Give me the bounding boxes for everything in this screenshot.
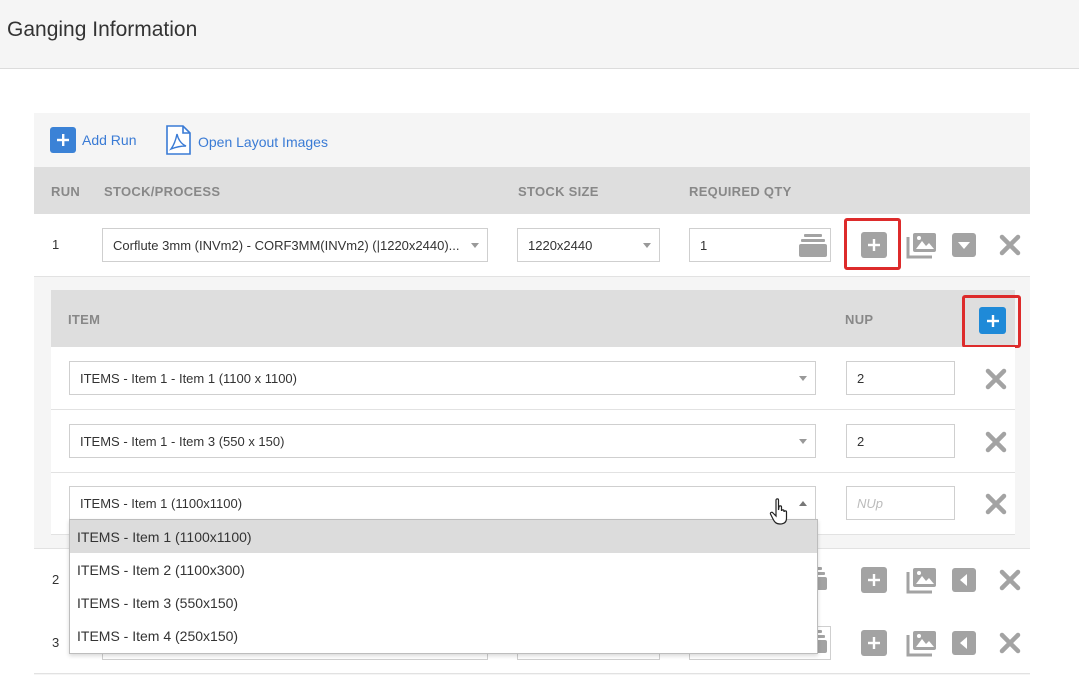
stock-select[interactable]: Corflute 3mm (INVm2) - CORF3MM(INVm2) (|…: [102, 228, 488, 262]
images-icon: [906, 631, 936, 657]
col-stock-size: STOCK SIZE: [518, 184, 599, 199]
add-item-button[interactable]: [861, 630, 887, 656]
plus-icon: [50, 127, 76, 153]
chevron-down-icon: [799, 376, 807, 381]
collapse-button[interactable]: [952, 233, 976, 257]
chevron-down-icon: [799, 439, 807, 444]
page-title: Ganging Information: [7, 18, 198, 41]
item-select-value: ITEMS - Item 1 - Item 1 (1100 x 1100): [80, 370, 297, 386]
images-button[interactable]: [905, 230, 939, 260]
close-icon: [985, 431, 1007, 453]
runs-table-header: RUN STOCK/PROCESS STOCK SIZE REQUIRED QT…: [34, 167, 1030, 214]
col-item: ITEM: [68, 312, 101, 327]
col-required-qty: REQUIRED QTY: [689, 184, 792, 199]
close-icon: [999, 234, 1021, 256]
close-icon: [985, 368, 1007, 390]
delete-run-button[interactable]: [998, 233, 1022, 257]
col-stock: STOCK/PROCESS: [104, 184, 221, 199]
item-select-value: ITEMS - Item 1 - Item 3 (550 x 150): [80, 433, 285, 449]
open-layout-label: Open Layout Images: [198, 133, 328, 150]
caret-left-icon: [960, 574, 967, 586]
delete-item-button[interactable]: [985, 368, 1007, 390]
chevron-down-icon: [471, 243, 479, 248]
expand-button[interactable]: [952, 631, 976, 655]
chevron-up-icon: [799, 501, 807, 506]
caret-left-icon: [960, 637, 967, 649]
item-dropdown-list: ITEMS - Item 1 (1100x1100) ITEMS - Item …: [69, 519, 818, 654]
stock-select-value: Corflute 3mm (INVm2) - CORF3MM(INVm2) (|…: [113, 237, 460, 253]
plus-icon: [868, 574, 880, 586]
chevron-down-icon: [643, 243, 651, 248]
close-icon: [999, 632, 1021, 654]
caret-down-icon: [958, 242, 970, 249]
add-run-label: Add Run: [82, 132, 137, 148]
stock-size-select[interactable]: 1220x2440: [517, 228, 660, 262]
close-icon: [985, 493, 1007, 515]
nup-input[interactable]: 2: [846, 424, 955, 458]
run-number: 2: [52, 572, 60, 587]
open-layout-images-button[interactable]: Open Layout Images: [164, 125, 328, 158]
col-nup: NUP: [845, 312, 874, 327]
close-icon: [999, 569, 1021, 591]
dropdown-option[interactable]: ITEMS - Item 2 (1100x300): [70, 553, 817, 586]
delete-run-button[interactable]: [998, 631, 1022, 655]
highlight-box: [962, 295, 1021, 348]
add-run-button[interactable]: Add Run: [50, 127, 136, 153]
hand-cursor-icon: [769, 498, 791, 526]
delete-run-button[interactable]: [998, 568, 1022, 592]
dropdown-option[interactable]: ITEMS - Item 3 (550x150): [70, 586, 817, 619]
page-header: Ganging Information: [0, 0, 1079, 69]
item-select[interactable]: ITEMS - Item 1 - Item 1 (1100 x 1100): [69, 361, 816, 395]
stock-size-value: 1220x2440: [528, 237, 593, 253]
required-qty-value: 1: [700, 237, 708, 253]
item-select-value: ITEMS - Item 1 (1100x1100): [80, 495, 243, 511]
item-select[interactable]: ITEMS - Item 1 - Item 3 (550 x 150): [69, 424, 816, 458]
highlight-box: [844, 218, 901, 270]
required-qty-input[interactable]: 1: [689, 228, 831, 262]
pdf-icon: [164, 125, 192, 158]
expand-button[interactable]: [952, 568, 976, 592]
stack-icon: [798, 231, 828, 259]
delete-item-button[interactable]: [985, 431, 1007, 453]
item-select-open[interactable]: ITEMS - Item 1 (1100x1100): [69, 486, 816, 520]
add-item-button[interactable]: [861, 567, 887, 593]
delete-item-button[interactable]: [985, 493, 1007, 515]
images-button[interactable]: [905, 565, 939, 595]
images-icon: [906, 233, 936, 259]
nup-input[interactable]: 2: [846, 361, 955, 395]
plus-icon: [868, 637, 880, 649]
nup-placeholder: NUp: [857, 495, 884, 511]
dropdown-option[interactable]: ITEMS - Item 1 (1100x1100): [70, 520, 817, 553]
run-number: 3: [52, 635, 60, 650]
run-number: 1: [52, 237, 60, 252]
col-run: RUN: [51, 184, 81, 199]
items-table-header: ITEM NUP: [51, 290, 1015, 347]
dropdown-option[interactable]: ITEMS - Item 4 (250x150): [70, 619, 817, 652]
images-button[interactable]: [905, 628, 939, 658]
nup-value: 2: [857, 370, 865, 386]
nup-value: 2: [857, 433, 865, 449]
nup-input[interactable]: NUp: [846, 486, 955, 520]
images-icon: [906, 568, 936, 594]
